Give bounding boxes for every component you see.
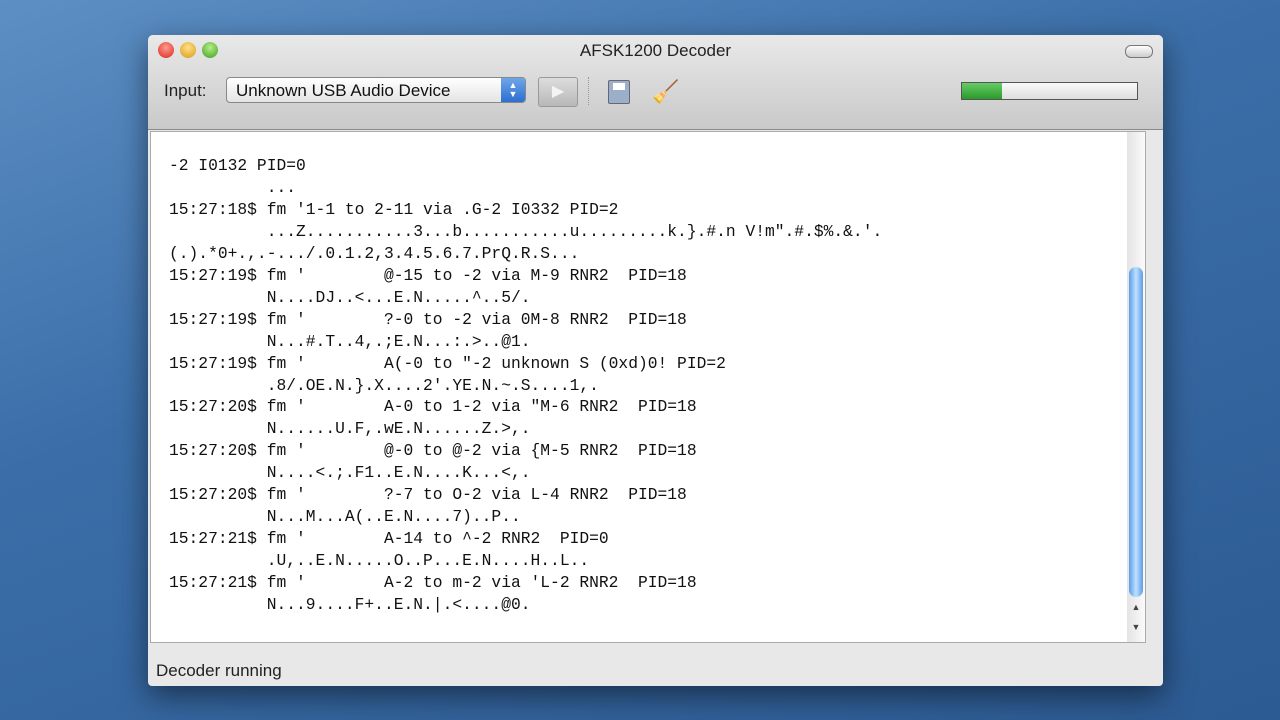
save-icon[interactable] (608, 80, 630, 104)
log-line: 15:27:19$ fm ' A(-0 to "-2 unknown S (0x… (169, 353, 726, 373)
decoder-log: -2 I0132 PID=0 ... 15:27:18$ fm '1-1 to 2… (169, 155, 882, 616)
window-title: AFSK1200 Decoder (579, 41, 732, 60)
log-line: N......U.F,.wE.N......Z.>,. (169, 419, 531, 439)
log-line: N....<.;.F1..E.N....K...<,. (169, 463, 531, 483)
scroll-down-icon[interactable]: ▼ (1127, 622, 1145, 632)
signal-level-fill (962, 83, 1003, 99)
log-line: N...9....F+..E.N.|.<....@0. (169, 595, 531, 615)
input-device-select[interactable]: Unknown USB Audio Device ▲ ▼ (226, 77, 526, 103)
log-line: N....DJ..<...E.N.....^..5/. (169, 287, 531, 307)
titlebar-toolbar: AFSK1200 Decoder Input: Unknown USB Audi… (148, 35, 1163, 130)
log-line: N...M...A(..E.N....7)..P.. (169, 507, 521, 527)
log-line: 15:27:19$ fm ' ?-0 to -2 via 0M-8 RNR2 P… (169, 309, 687, 329)
log-line: N...#.T..4,.;E.N...:.>..@1. (169, 331, 531, 351)
log-line: 15:27:20$ fm ' @-0 to @-2 via {M-5 RNR2 … (169, 441, 697, 461)
log-line: .8/.OE.N.}.X....2'.YE.N.~.S....1,. (169, 375, 599, 395)
log-line: 15:27:21$ fm ' A-2 to m-2 via 'L-2 RNR2 … (169, 573, 697, 593)
log-line: .U,..E.N.....O..P...E.N....H..L.. (169, 551, 590, 571)
log-line: 15:27:19$ fm ' @-15 to -2 via M-9 RNR2 P… (169, 265, 687, 285)
log-line: (.).*0+.,.-.../.0.1.2,3.4.5.6.7.PrQ.R.S.… (169, 243, 580, 263)
log-line: ...Z...........3...b...........u........… (169, 221, 883, 241)
log-line: 15:27:18$ fm '1-1 to 2-11 via .G-2 I0332… (169, 199, 619, 219)
play-icon: ▶ (551, 83, 565, 100)
input-device-value: Unknown USB Audio Device (236, 81, 451, 100)
decoder-output-textview[interactable]: -2 I0132 PID=0 ... 15:27:18$ fm '1-1 to 2… (150, 131, 1129, 643)
input-label: Input: (164, 81, 207, 100)
toolbar-toggle-button[interactable] (1125, 45, 1153, 58)
log-line: 15:27:20$ fm ' A-0 to 1-2 via "M-6 RNR2 … (169, 397, 697, 417)
log-line: -2 I0132 PID=0 (169, 156, 306, 175)
vertical-scrollbar[interactable]: ▲ ▼ (1127, 131, 1146, 643)
broom-icon[interactable]: 🧹 (652, 79, 679, 105)
scrollbar-thumb[interactable] (1129, 267, 1143, 597)
log-line: ... (169, 177, 297, 197)
signal-level-meter (961, 82, 1138, 100)
app-window: AFSK1200 Decoder Input: Unknown USB Audi… (148, 35, 1163, 686)
select-arrows-icon: ▲ ▼ (501, 78, 525, 102)
play-button[interactable]: ▶ (538, 77, 578, 107)
toolbar-separator (588, 77, 590, 105)
status-text: Decoder running (156, 661, 282, 680)
log-line: 15:27:20$ fm ' ?-7 to O-2 via L-4 RNR2 P… (169, 485, 687, 505)
scroll-up-icon[interactable]: ▲ (1127, 602, 1145, 612)
log-line: 15:27:21$ fm ' A-14 to ^-2 RNR2 PID=0 (169, 529, 609, 549)
